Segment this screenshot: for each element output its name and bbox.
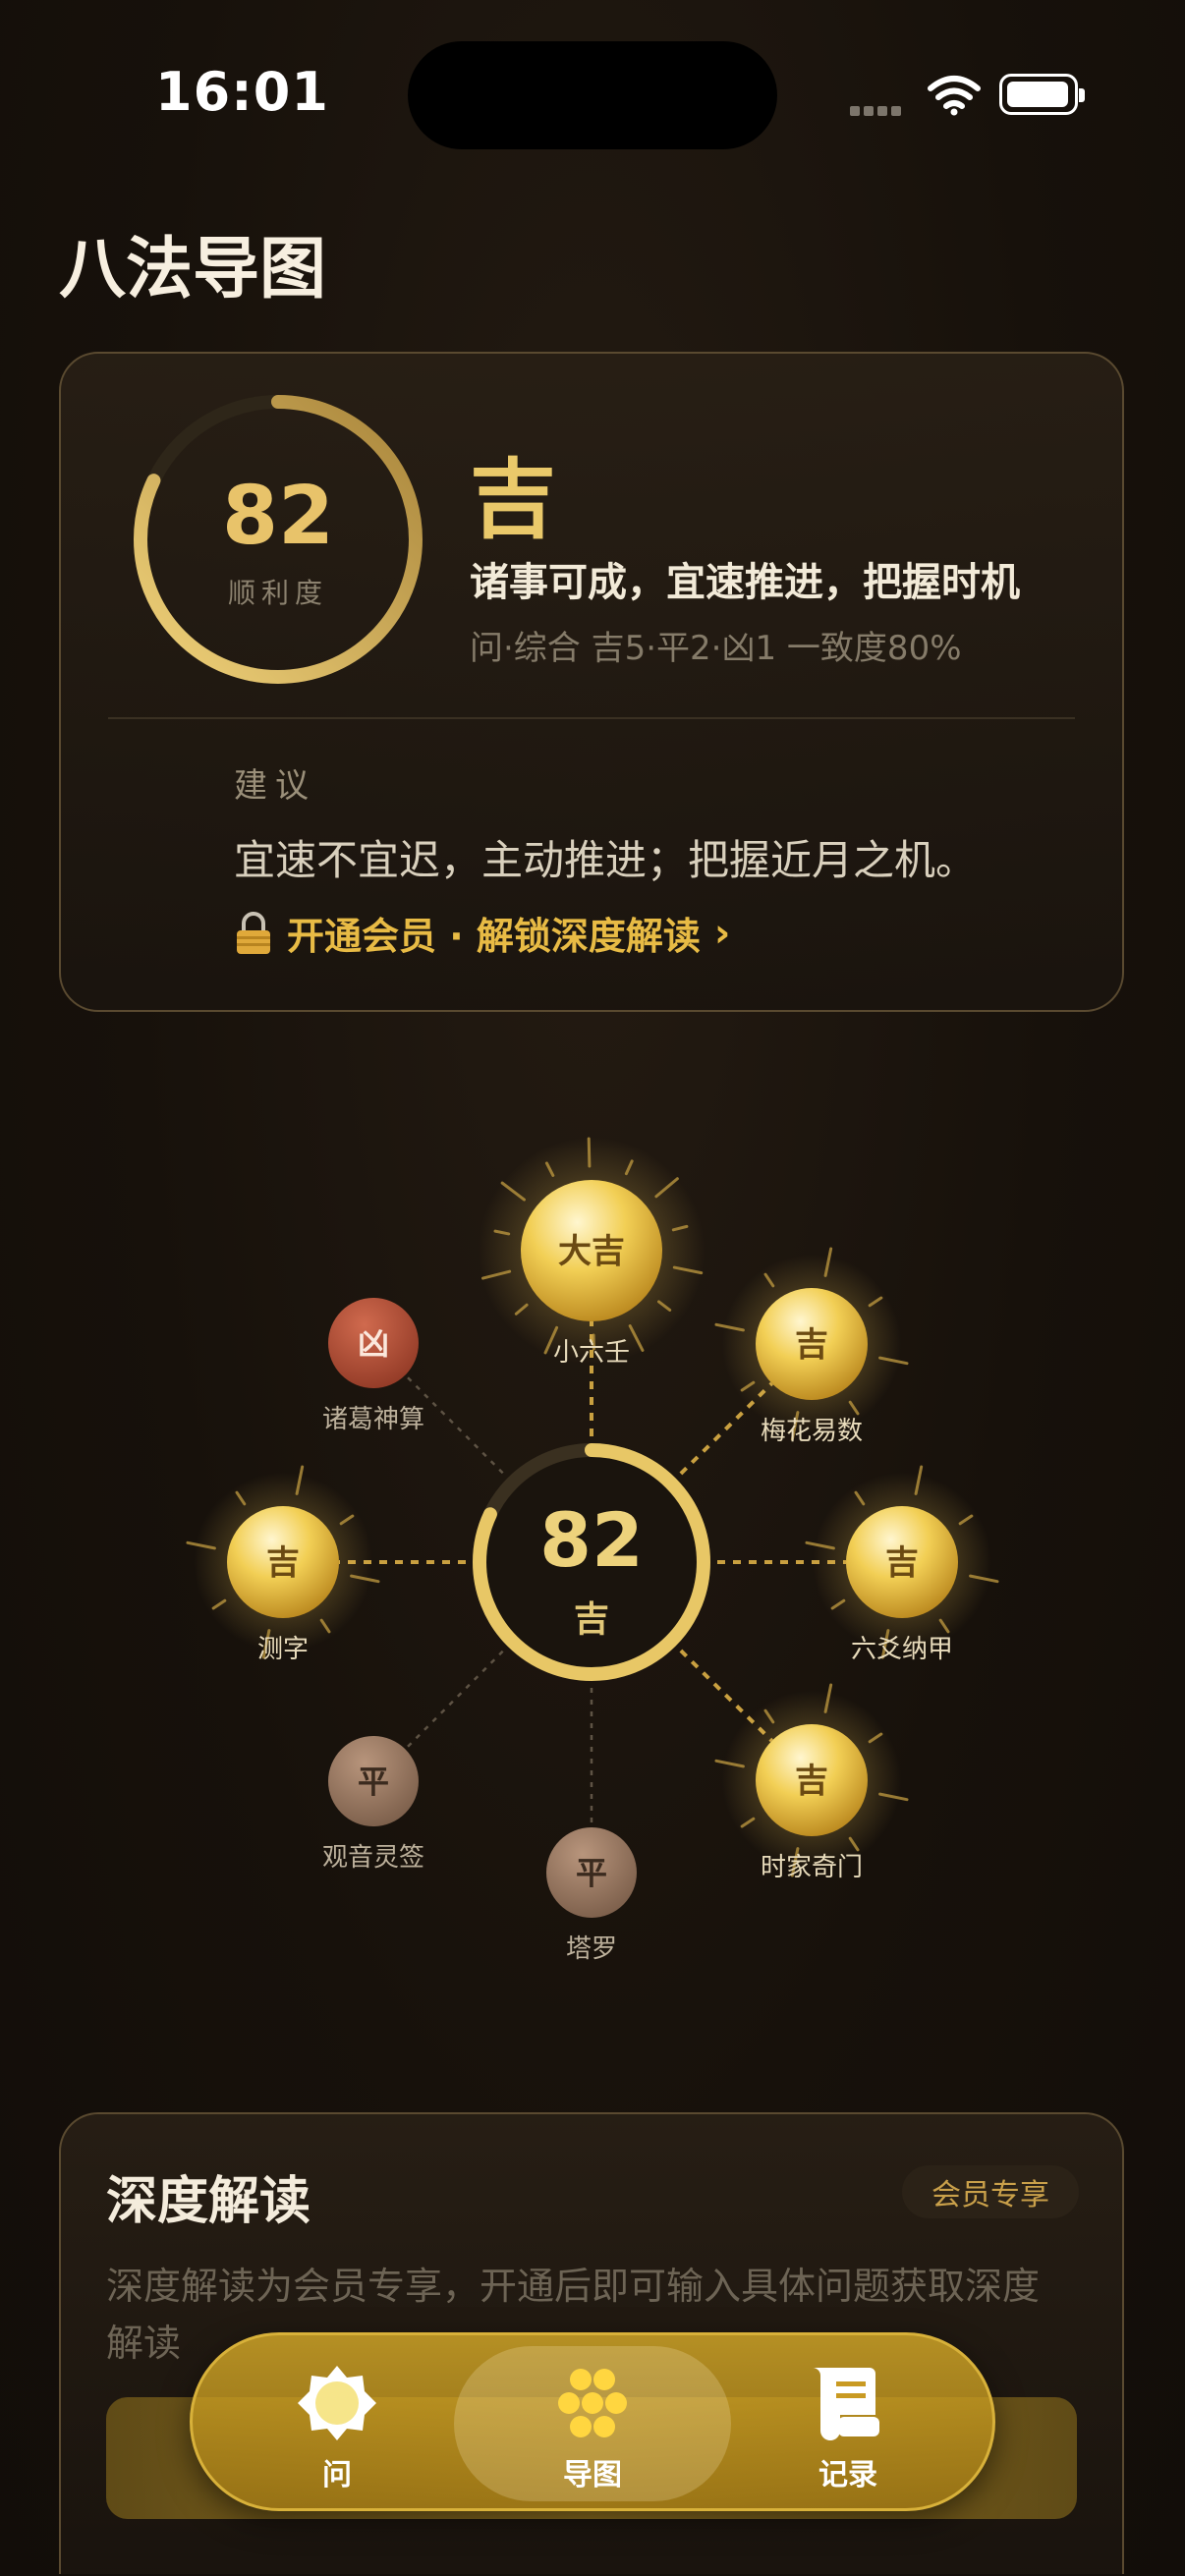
- node-result-guanyin: 平: [358, 1764, 389, 1801]
- node-label-meihua: 梅花易数: [761, 1417, 863, 1446]
- node-label-qimen: 时家奇门: [761, 1853, 863, 1882]
- vip-only-badge: 会员专享: [902, 2165, 1079, 2218]
- node-qimen[interactable]: 吉时家奇门: [756, 1724, 868, 1882]
- node-result-qimen: 吉: [795, 1762, 828, 1801]
- center-score: 82: [539, 1496, 644, 1584]
- node-guanyin[interactable]: 平观音灵签: [322, 1736, 424, 1873]
- center-verdict: 吉: [574, 1598, 609, 1640]
- unlock-vip-link[interactable]: 开通会员 · 解锁深度解读 ›: [234, 906, 730, 960]
- page-title: 八法导图: [59, 230, 327, 308]
- advice-label: 建议: [234, 766, 316, 806]
- cluster-icon: [558, 2369, 627, 2437]
- node-tarot[interactable]: 平塔罗: [546, 1827, 637, 1964]
- node-label-cezi: 测字: [257, 1635, 309, 1664]
- stats-line: 问·综合 吉5·平2·凶1 一致度80%: [470, 629, 962, 668]
- node-result-meihua: 吉: [795, 1325, 828, 1365]
- node-result-tarot: 平: [576, 1855, 607, 1892]
- node-label-tarot: 塔罗: [566, 1934, 617, 1964]
- cellular-signal-icon: [850, 101, 907, 116]
- node-result-cezi: 吉: [266, 1543, 300, 1583]
- unlock-vip-label: 开通会员 · 解锁深度解读: [287, 915, 701, 958]
- node-label-xiaoliuren: 小六壬: [553, 1338, 630, 1368]
- flower-badge-icon: [298, 2366, 376, 2440]
- battery-icon: [999, 74, 1085, 115]
- tab-records[interactable]: 记录: [760, 2362, 936, 2493]
- tab-ask-label: 问: [322, 2458, 352, 2492]
- node-result-liuyao: 吉: [885, 1543, 919, 1583]
- node-zhuge[interactable]: 凶诸葛神算: [322, 1298, 424, 1434]
- score-caption: 顺利度: [227, 577, 328, 609]
- node-liuyao[interactable]: 吉六爻纳甲: [846, 1506, 958, 1664]
- node-result-xiaoliuren: 大吉: [558, 1232, 625, 1271]
- tab-records-label: 记录: [818, 2458, 877, 2492]
- node-label-liuyao: 六爻纳甲: [851, 1635, 953, 1664]
- connector-guanyin: [404, 1650, 504, 1751]
- advice-text: 宜速不宜迟，主动推进；把握近月之机。: [234, 836, 978, 884]
- tab-map[interactable]: 导图: [504, 2362, 681, 2493]
- scroll-icon: [813, 2368, 879, 2440]
- tab-map-label: 导图: [563, 2458, 622, 2492]
- eight-method-diagram: 82吉 大吉小六壬 吉梅花易数吉六爻纳甲吉时家奇门平塔罗平观音灵签吉测字凶诸葛神算: [186, 1137, 999, 1964]
- verdict: 吉: [470, 448, 557, 550]
- tab-ask[interactable]: 问: [249, 2362, 425, 2493]
- wifi-icon: [928, 76, 981, 116]
- node-label-guanyin: 观音灵签: [322, 1843, 424, 1873]
- deep-reading-title: 深度解读: [106, 2172, 311, 2231]
- node-label-zhuge: 诸葛神算: [322, 1405, 424, 1434]
- score-value: 82: [221, 470, 335, 563]
- headline: 诸事可成，宜速推进，把握时机: [470, 560, 1020, 605]
- ray-xiaoliuren: [587, 1137, 592, 1168]
- dynamic-island: [408, 41, 777, 149]
- lock-icon: [237, 911, 270, 954]
- node-meihua[interactable]: 吉梅花易数: [756, 1288, 868, 1446]
- chevron-right-icon: ›: [713, 910, 731, 956]
- node-result-zhuge: 凶: [358, 1325, 389, 1363]
- status-time: 16:01: [155, 61, 329, 123]
- divider: [108, 717, 1075, 719]
